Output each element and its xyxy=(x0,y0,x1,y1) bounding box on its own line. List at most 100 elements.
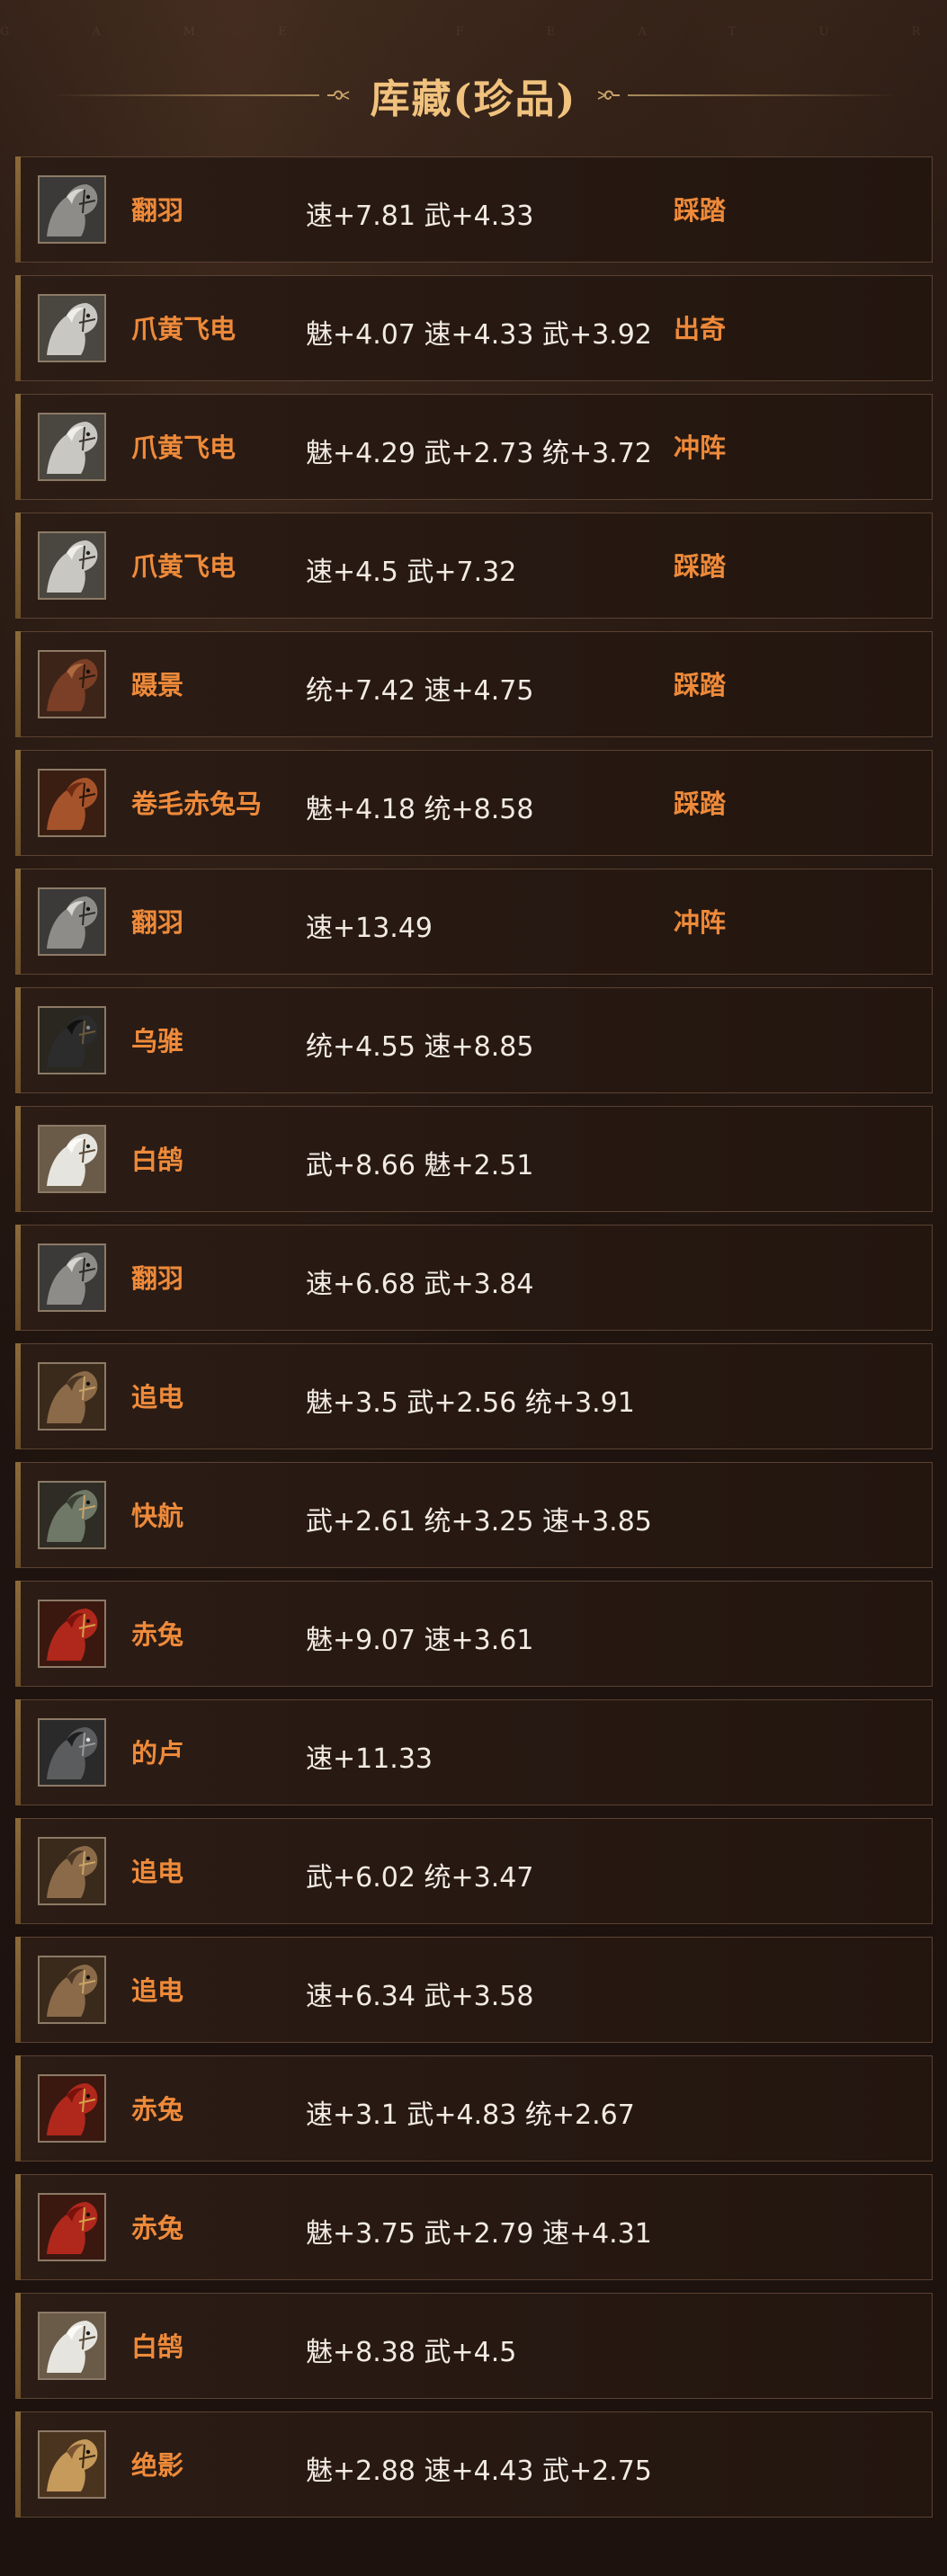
horse-stats: 速+7.81 武+4.33 xyxy=(306,201,534,232)
horse-row-20[interactable]: 绝影 魅+2.88 速+4.43 武+2.75 xyxy=(15,2411,933,2518)
horse-row-6[interactable]: 卷毛赤兔马 魅+4.18 统+8.58 踩踏 xyxy=(15,750,933,856)
horse-skill: 踩踏 xyxy=(674,789,727,819)
horse-portrait xyxy=(38,2430,106,2499)
horse-row-14[interactable]: 的卢 速+11.33 xyxy=(15,1699,933,1805)
horse-name: 追电 xyxy=(131,1857,184,1887)
horse-portrait xyxy=(38,1006,106,1074)
horse-name: 翻羽 xyxy=(131,907,184,938)
horse-stats: 统+4.55 速+8.85 xyxy=(306,1031,534,1063)
horse-row-16[interactable]: 追电 速+6.34 武+3.58 xyxy=(15,1937,933,2043)
horse-row-7[interactable]: 翻羽 速+13.49 冲阵 xyxy=(15,869,933,975)
horse-stats: 速+4.5 武+7.32 xyxy=(306,557,517,588)
horse-name: 乌骓 xyxy=(131,1026,184,1056)
horse-row-12[interactable]: 快航 武+2.61 统+3.25 速+3.85 xyxy=(15,1462,933,1568)
horse-stats: 速+11.33 xyxy=(306,1743,433,1775)
horse-name: 白鹄 xyxy=(131,2331,184,2362)
horse-stats: 武+8.66 魅+2.51 xyxy=(306,1150,534,1181)
horse-stats: 魅+3.5 武+2.56 统+3.91 xyxy=(306,1387,635,1419)
horse-name: 的卢 xyxy=(131,1738,184,1769)
page-header: GAME FEATURES 库藏(珍品) xyxy=(0,0,947,153)
horse-name: 爪黄飞电 xyxy=(131,314,237,344)
horse-name: 卷毛赤兔马 xyxy=(131,789,263,819)
horse-stats: 魅+8.38 武+4.5 xyxy=(306,2337,517,2368)
horse-bronze-icon xyxy=(40,1957,104,2022)
horse-skill: 踩踏 xyxy=(674,670,727,700)
horse-stats: 武+6.02 统+3.47 xyxy=(306,1862,534,1894)
horse-red-icon xyxy=(40,2076,104,2141)
horse-name: 爪黄飞电 xyxy=(131,432,237,463)
horse-name: 翻羽 xyxy=(131,195,184,226)
horse-row-1[interactable]: 翻羽 速+7.81 武+4.33 踩踏 xyxy=(15,156,933,263)
horse-name: 绝影 xyxy=(131,2450,184,2481)
horse-stats: 魅+4.29 武+2.73 统+3.72 xyxy=(306,438,652,469)
horse-skill: 踩踏 xyxy=(674,195,727,226)
horse-white-armored-icon xyxy=(40,296,104,361)
horse-white-armored-icon xyxy=(40,414,104,479)
title-row: 库藏(珍品) xyxy=(0,65,947,122)
horse-name: 赤兔 xyxy=(131,2094,184,2125)
horse-portrait xyxy=(38,2312,106,2380)
horse-portrait xyxy=(38,1362,106,1431)
horse-red-icon xyxy=(40,1601,104,1666)
horse-portrait xyxy=(38,1956,106,2024)
horse-name: 爪黄飞电 xyxy=(131,551,237,582)
horse-stats: 魅+4.07 速+4.33 武+3.92 xyxy=(306,319,652,351)
horse-row-4[interactable]: 爪黄飞电 速+4.5 武+7.32 踩踏 xyxy=(15,513,933,619)
horse-skill: 踩踏 xyxy=(674,551,727,582)
horse-row-2[interactable]: 爪黄飞电 魅+4.07 速+4.33 武+3.92 出奇 xyxy=(15,275,933,381)
horse-portrait xyxy=(38,294,106,362)
horse-row-8[interactable]: 乌骓 统+4.55 速+8.85 xyxy=(15,987,933,1093)
horse-golden-icon xyxy=(40,2432,104,2497)
horse-dark-grey-icon xyxy=(40,1720,104,1785)
horse-portrait xyxy=(38,1243,106,1312)
horse-stats: 魅+4.18 统+8.58 xyxy=(306,794,534,825)
horse-stats: 魅+9.07 速+3.61 xyxy=(306,1625,534,1656)
horse-stats: 魅+3.75 武+2.79 速+4.31 xyxy=(306,2218,652,2250)
horse-portrait xyxy=(38,1481,106,1549)
horse-row-11[interactable]: 追电 魅+3.5 武+2.56 统+3.91 xyxy=(15,1343,933,1449)
horse-row-13[interactable]: 赤兔 魅+9.07 速+3.61 xyxy=(15,1581,933,1687)
horse-brown-rider-icon xyxy=(40,652,104,717)
horse-stats: 速+6.68 武+3.84 xyxy=(306,1269,534,1300)
horse-dappled-icon xyxy=(40,1483,104,1547)
horse-row-5[interactable]: 蹑景 统+7.42 速+4.75 踩踏 xyxy=(15,631,933,737)
horse-chestnut-icon xyxy=(40,771,104,835)
horse-bronze-icon xyxy=(40,1839,104,1903)
page-title: 库藏(珍品) xyxy=(370,76,577,122)
horse-portrait xyxy=(38,1600,106,1668)
horse-stats: 速+3.1 武+4.83 统+2.67 xyxy=(306,2099,635,2131)
horse-black-icon xyxy=(40,1008,104,1073)
horse-white-icon xyxy=(40,2313,104,2378)
horse-portrait xyxy=(38,1125,106,1193)
horse-stats: 速+13.49 xyxy=(306,913,433,944)
horse-portrait xyxy=(38,1718,106,1787)
horse-portrait xyxy=(38,769,106,837)
header-watermark: GAME FEATURES xyxy=(0,25,947,39)
horse-portrait xyxy=(38,175,106,244)
horse-stats: 速+6.34 武+3.58 xyxy=(306,1981,534,2012)
horse-stats: 武+2.61 统+3.25 速+3.85 xyxy=(306,1506,652,1538)
horse-portrait xyxy=(38,1837,106,1905)
horse-portrait xyxy=(38,887,106,956)
horse-grey-armored-icon xyxy=(40,1245,104,1310)
horse-portrait xyxy=(38,2074,106,2143)
horse-bronze-icon xyxy=(40,1364,104,1429)
horse-row-17[interactable]: 赤兔 速+3.1 武+4.83 统+2.67 xyxy=(15,2055,933,2162)
horse-portrait xyxy=(38,531,106,600)
horse-row-15[interactable]: 追电 武+6.02 统+3.47 xyxy=(15,1818,933,1924)
horse-row-19[interactable]: 白鹄 魅+8.38 武+4.5 xyxy=(15,2293,933,2399)
horse-stats: 统+7.42 速+4.75 xyxy=(306,675,534,707)
horse-portrait xyxy=(38,650,106,718)
horse-white-armored-icon xyxy=(40,533,104,598)
horse-row-9[interactable]: 白鹄 武+8.66 魅+2.51 xyxy=(15,1106,933,1212)
horse-stats: 魅+2.88 速+4.43 武+2.75 xyxy=(306,2456,652,2487)
horse-name: 追电 xyxy=(131,1382,184,1413)
horse-row-10[interactable]: 翻羽 速+6.68 武+3.84 xyxy=(15,1225,933,1331)
horse-row-18[interactable]: 赤兔 魅+3.75 武+2.79 速+4.31 xyxy=(15,2174,933,2280)
horse-name: 赤兔 xyxy=(131,2213,184,2243)
horse-red-icon xyxy=(40,2195,104,2260)
horse-name: 追电 xyxy=(131,1975,184,2006)
horse-skill: 冲阵 xyxy=(674,432,727,463)
horse-row-3[interactable]: 爪黄飞电 魅+4.29 武+2.73 统+3.72 冲阵 xyxy=(15,394,933,500)
horse-name: 赤兔 xyxy=(131,1619,184,1650)
